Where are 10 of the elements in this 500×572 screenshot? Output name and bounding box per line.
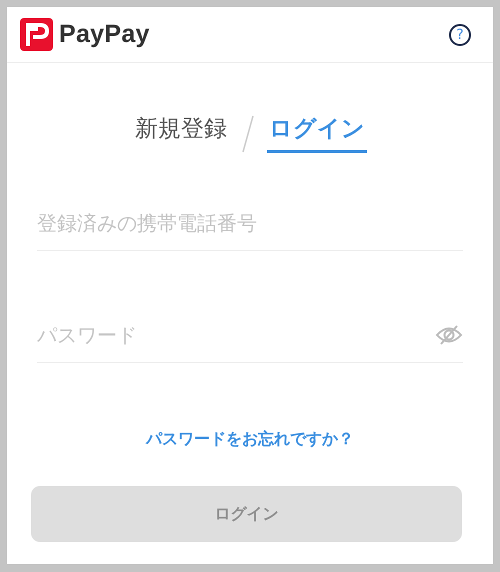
phone-field[interactable]: 登録済みの携帯電話番号	[37, 210, 463, 234]
tab[interactable]: ログイン	[267, 113, 367, 153]
eye-slash-icon[interactable]	[435, 324, 463, 346]
forgot-password-link[interactable]: パスワードをお忘れですか？	[146, 429, 354, 450]
logo-icon	[20, 18, 53, 51]
separator-line	[241, 115, 255, 153]
tab[interactable]: 新規登録	[133, 113, 229, 153]
password-field[interactable]: パスワード	[37, 322, 435, 346]
brand-name: PayPay	[59, 20, 150, 49]
help-button[interactable]: ?	[449, 24, 471, 46]
